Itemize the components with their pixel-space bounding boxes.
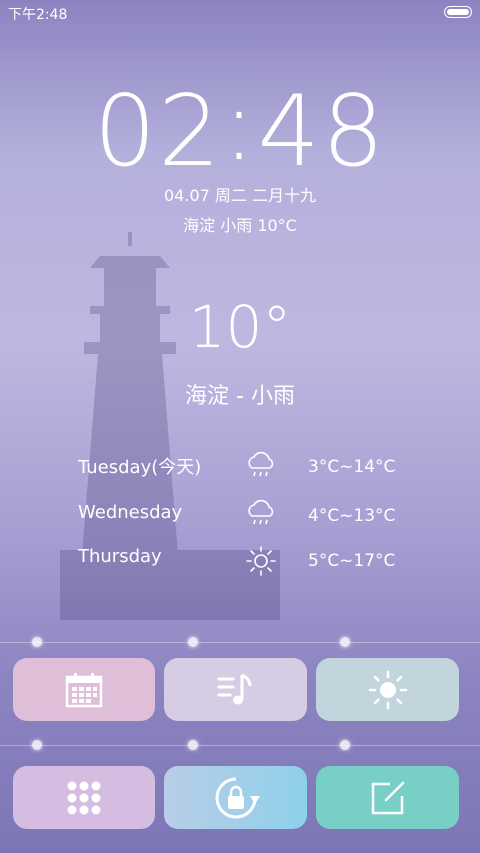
rotation-lock-button[interactable] [164, 766, 307, 829]
date-line: 04.07 周二 二月十九 [164, 186, 316, 205]
brightness-icon [368, 670, 407, 709]
shortcut-divider [0, 745, 480, 746]
forecast-range: 3°C~14°C [308, 457, 396, 477]
music-button[interactable] [164, 658, 307, 721]
divider-dot [340, 637, 350, 647]
location-weather-line: 海淀 小雨 10°C [183, 216, 297, 235]
divider-dot [32, 740, 42, 750]
divider-dot [32, 637, 42, 647]
brightness-button[interactable] [316, 658, 459, 721]
forecast-range: 5°C~17°C [308, 551, 396, 571]
sun-icon [246, 546, 276, 576]
notes-button[interactable] [316, 766, 459, 829]
current-temperature: 10° [188, 293, 292, 361]
clock-minutes: 48 [257, 75, 387, 189]
divider-dot [188, 637, 198, 647]
calendar-button[interactable] [13, 658, 155, 721]
battery-icon [444, 6, 472, 18]
status-time: 下午2:48 [8, 7, 68, 23]
divider-dot [188, 740, 198, 750]
rain-cloud-icon [248, 499, 274, 525]
clock-hours: 02 [93, 75, 223, 189]
calendar-icon [65, 672, 103, 707]
shortcut-divider [0, 642, 480, 643]
rain-cloud-icon [248, 451, 274, 477]
notes-icon [371, 781, 404, 814]
music-icon [217, 673, 251, 704]
app-grid-icon [67, 781, 101, 814]
clock-colon: : [222, 69, 258, 183]
lockscreen-clock: 02:48 [0, 70, 480, 189]
city-condition: 海淀 - 小雨 [185, 384, 295, 409]
app-grid-button[interactable] [13, 766, 155, 829]
forecast-day: Wednesday [78, 502, 183, 523]
rotation-lock-icon [215, 777, 260, 818]
forecast-day: Tuesday(今天) [78, 457, 202, 478]
divider-dot [340, 740, 350, 750]
forecast-day: Thursday [78, 546, 162, 567]
forecast-range: 4°C~13°C [308, 506, 396, 526]
